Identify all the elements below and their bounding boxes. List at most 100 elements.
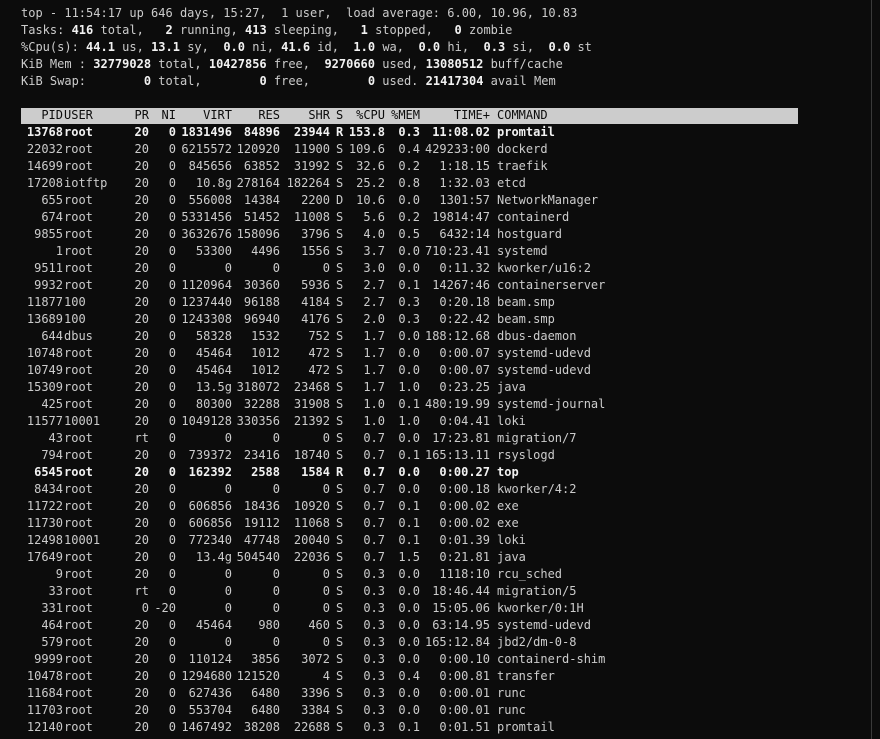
process-cpu: 5.6 xyxy=(363,210,385,224)
process-shr: 0 xyxy=(322,601,330,615)
user-header: USER xyxy=(64,108,93,122)
process-virt: 1237440 xyxy=(181,295,232,309)
process-user: 10001 xyxy=(64,414,101,428)
process-user: 10001 xyxy=(64,533,101,547)
process-ni: 0 xyxy=(168,125,176,139)
process-ni: 0 xyxy=(168,380,176,394)
process-cmd: exe xyxy=(497,516,519,530)
process-time: 63:14.95 xyxy=(432,618,490,632)
process-mem: 0.2 xyxy=(398,210,420,224)
process-res: 330356 xyxy=(236,414,280,428)
process-pid: 43 xyxy=(48,431,63,445)
process-s: S xyxy=(336,142,344,156)
process-pid: 794 xyxy=(41,448,63,462)
process-pid: 579 xyxy=(41,635,63,649)
process-pr: 20 xyxy=(134,346,149,360)
process-res: 51452 xyxy=(243,210,280,224)
process-time: 0:11.32 xyxy=(439,261,490,275)
process-user: root xyxy=(64,652,93,666)
process-pid: 11722 xyxy=(26,499,63,513)
process-res: 47748 xyxy=(243,533,280,547)
process-virt: 772340 xyxy=(188,533,232,547)
process-pid: 15309 xyxy=(26,380,63,394)
process-ni: -20 xyxy=(154,601,176,615)
process-pid: 425 xyxy=(41,397,63,411)
table-row: 425 root 20 0 80300 32288 31908 S 1.0 0.1 480:19.9… xyxy=(21,396,811,413)
process-mem: 0.1 xyxy=(398,397,420,411)
process-ni: 0 xyxy=(168,159,176,173)
table-row: 17208 iotftp 20 0 10.8g 278164 182264 S 25.2 0.8 1… xyxy=(21,175,811,192)
process-time: 0:22.42 xyxy=(439,312,490,326)
process-pid: 11703 xyxy=(26,703,63,717)
process-mem: 0.0 xyxy=(398,482,420,496)
process-pr: 20 xyxy=(134,686,149,700)
process-res: 980 xyxy=(258,618,280,632)
process-res: 0 xyxy=(272,567,280,581)
process-shr: 2200 xyxy=(301,193,330,207)
process-s: S xyxy=(336,159,344,173)
process-user: root xyxy=(64,278,93,292)
process-virt: 556008 xyxy=(188,193,232,207)
summary-text: id, xyxy=(310,40,354,54)
process-cmd: rsyslogd xyxy=(497,448,555,462)
process-cpu: 0.3 xyxy=(363,686,385,700)
process-pr: 20 xyxy=(134,329,149,343)
process-res: 2588 xyxy=(251,465,280,479)
process-pid: 13689 xyxy=(26,312,63,326)
process-mem: 0.0 xyxy=(398,686,420,700)
process-time: 0:01.51 xyxy=(439,720,490,734)
process-ni: 0 xyxy=(168,635,176,649)
process-mem: 0.0 xyxy=(398,601,420,615)
process-mem: 0.4 xyxy=(398,142,420,156)
process-s: S xyxy=(336,686,344,700)
table-row: 43 root rt 0 0 0 0 S 0.7 0.0 17:23.81 migration/7 xyxy=(21,430,811,447)
table-row: 464 root 20 0 45464 980 460 S 0.3 0.0 63:14.95 syst… xyxy=(21,617,811,634)
process-pr: 20 xyxy=(134,567,149,581)
process-ni: 0 xyxy=(168,550,176,564)
process-res: 63852 xyxy=(243,159,280,173)
table-row: 10749 root 20 0 45464 1012 472 S 1.7 0.0 0:00.07 sy… xyxy=(21,362,811,379)
process-res: 96188 xyxy=(243,295,280,309)
process-cpu: 109.6 xyxy=(348,142,385,156)
process-cmd: kworker/u16:2 xyxy=(497,261,591,275)
process-time: 0:23.25 xyxy=(439,380,490,394)
summary-text: running, xyxy=(172,23,245,37)
terminal-scrollbar[interactable] xyxy=(872,0,880,739)
process-cmd: loki xyxy=(497,414,526,428)
virt-header: VIRT xyxy=(203,108,232,122)
process-virt: 0 xyxy=(224,431,232,445)
process-cmd: dbus-daemon xyxy=(497,329,577,343)
process-user: root xyxy=(64,567,93,581)
process-mem: 0.0 xyxy=(398,346,420,360)
process-res: 96940 xyxy=(243,312,280,326)
table-row: 11730 root 20 0 606856 19112 11068 S 0.7 0.1 0:00.… xyxy=(21,515,811,532)
process-s: S xyxy=(336,278,344,292)
process-shr: 11068 xyxy=(293,516,330,530)
process-cmd: dockerd xyxy=(497,142,548,156)
process-s: S xyxy=(336,210,344,224)
summary-text: total, xyxy=(151,57,209,71)
process-pr: 20 xyxy=(134,720,149,734)
process-time: 165:13.11 xyxy=(424,448,490,462)
process-pr: 20 xyxy=(134,142,149,156)
process-time: 0:00.18 xyxy=(439,482,490,496)
process-ni: 0 xyxy=(168,516,176,530)
process-cmd: jbd2/dm-0-8 xyxy=(497,635,577,649)
process-time: 1301:57 xyxy=(439,193,490,207)
process-cmd: kworker/0:1H xyxy=(497,601,584,615)
process-shr: 0 xyxy=(322,635,330,649)
column-header-row: PID USER PR NI VIRT RES SHR S %CPU %MEM TIME+ COMMA… xyxy=(21,107,811,124)
process-s: S xyxy=(336,329,344,343)
summary-text: total, xyxy=(151,74,260,88)
process-pr: rt xyxy=(134,584,149,598)
process-cmd: containerd xyxy=(497,210,570,224)
mem-header: %MEM xyxy=(391,108,420,122)
process-s: S xyxy=(336,516,344,530)
process-user: root xyxy=(64,142,93,156)
table-row: 11877 100 20 0 1237440 96188 4184 S 2.7 0.3 0:20.1… xyxy=(21,294,811,311)
process-s: S xyxy=(336,584,344,598)
process-s: S xyxy=(336,448,344,462)
process-s: S xyxy=(336,703,344,717)
process-pid: 11684 xyxy=(26,686,63,700)
process-user: root xyxy=(64,210,93,224)
